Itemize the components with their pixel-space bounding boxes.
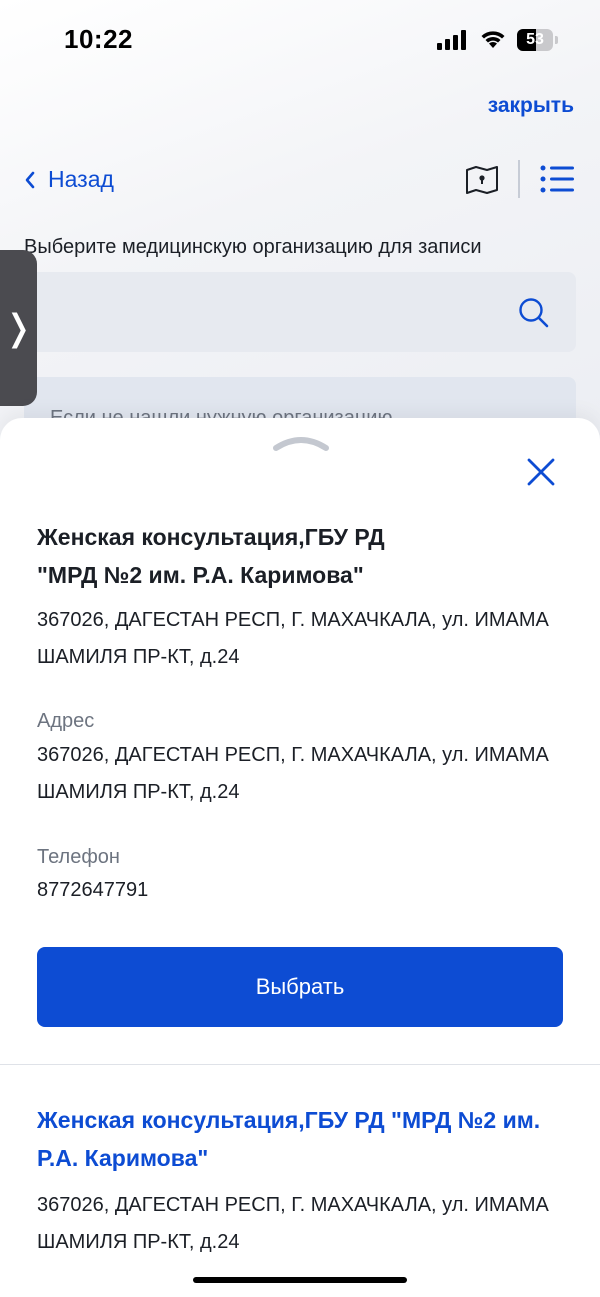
battery-level: 53	[526, 31, 544, 48]
side-panel-toggle[interactable]: ❭	[0, 250, 37, 406]
toolbar-divider	[518, 160, 520, 198]
back-label: Назад	[48, 166, 114, 192]
signal-icon	[437, 30, 466, 50]
phone-value: 8772647791	[37, 879, 149, 901]
map-icon[interactable]	[465, 165, 499, 195]
list-icon[interactable]	[540, 165, 574, 193]
organization-address: 367026, ДАГЕСТАН РЕСП, Г. МАХАЧКАЛА, ул.…	[37, 609, 549, 668]
battery-icon: 53	[517, 29, 558, 51]
search-icon[interactable]	[518, 297, 550, 329]
organization-name: Женская консультация,ГБУ РД "МРД №2 им. …	[37, 518, 557, 594]
address-label: Адрес	[37, 710, 95, 732]
divider	[0, 1064, 600, 1065]
organization-name-line1: Женская консультация,ГБУ РД	[37, 524, 385, 550]
select-button[interactable]: Выбрать	[37, 947, 563, 1027]
organization-list-item-title[interactable]: Женская консультация,ГБУ РД "МРД №2 им. …	[37, 1101, 567, 1177]
organization-sheet: Женская консультация,ГБУ РД "МРД №2 им. …	[0, 418, 600, 1297]
search-input[interactable]	[44, 292, 504, 332]
wifi-icon	[481, 31, 505, 48]
address-value: 367026, ДАГЕСТАН РЕСП, Г. МАХАЧКАЛА, ул.…	[37, 744, 549, 803]
organization-name-line2: "МРД №2 им. Р.А. Каримова"	[37, 562, 364, 588]
instruction-text: Выберите медицинскую организацию для зап…	[24, 236, 482, 258]
search-box	[24, 272, 576, 352]
chevron-right-icon: ❭	[3, 307, 34, 348]
drag-handle-icon[interactable]	[272, 434, 330, 452]
home-indicator	[193, 1277, 407, 1283]
phone-label: Телефон	[37, 846, 120, 868]
back-button[interactable]: Назад	[24, 166, 114, 193]
close-icon[interactable]	[526, 457, 556, 487]
status-bar: 10:22 53	[0, 0, 600, 80]
chevron-left-icon	[25, 171, 35, 188]
organization-list-item-address: 367026, ДАГЕСТАН РЕСП, Г. МАХАЧКАЛА, ул.…	[37, 1194, 549, 1253]
close-link[interactable]: закрыть	[488, 94, 574, 118]
status-time: 10:22	[64, 24, 133, 54]
